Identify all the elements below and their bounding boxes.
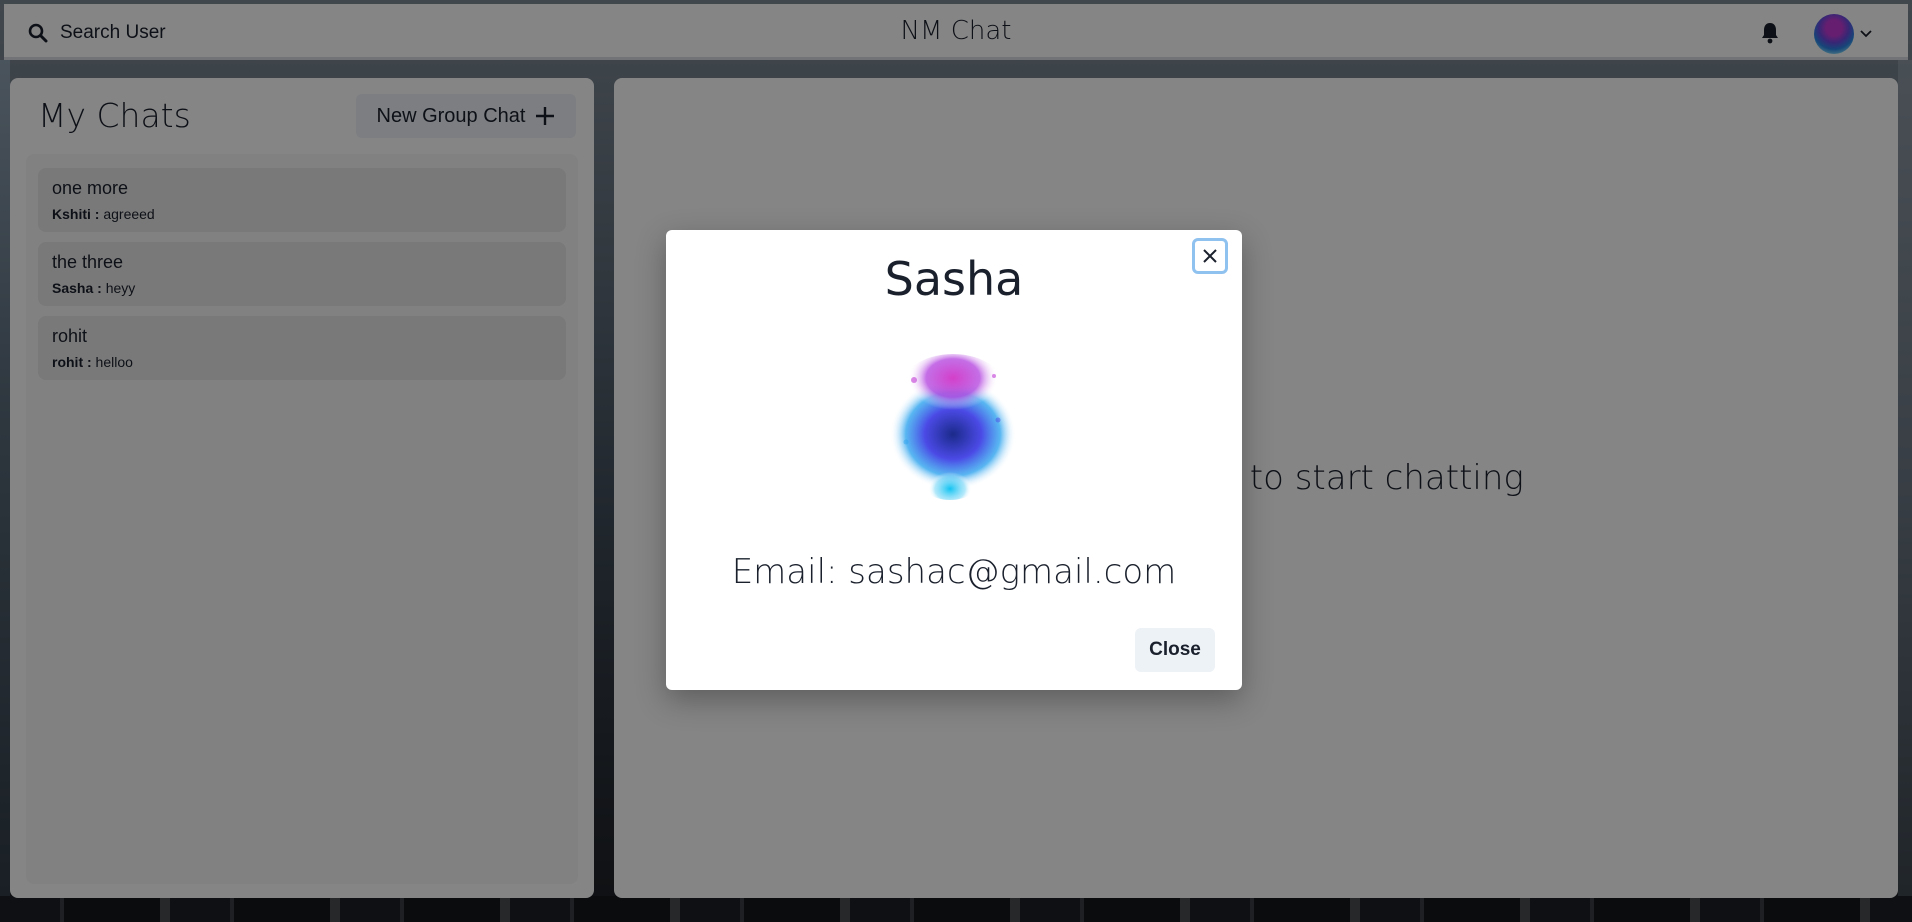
modal-title: Sasha bbox=[884, 252, 1024, 306]
close-icon bbox=[1203, 249, 1217, 263]
close-button[interactable]: Close bbox=[1135, 628, 1215, 672]
profile-picture bbox=[883, 354, 1023, 500]
modal-email: Email: sashac@gmail.com bbox=[731, 552, 1177, 592]
profile-modal: Sasha Email: sashac@gmail.com Close bbox=[666, 230, 1242, 690]
close-icon-button[interactable] bbox=[1192, 238, 1228, 274]
